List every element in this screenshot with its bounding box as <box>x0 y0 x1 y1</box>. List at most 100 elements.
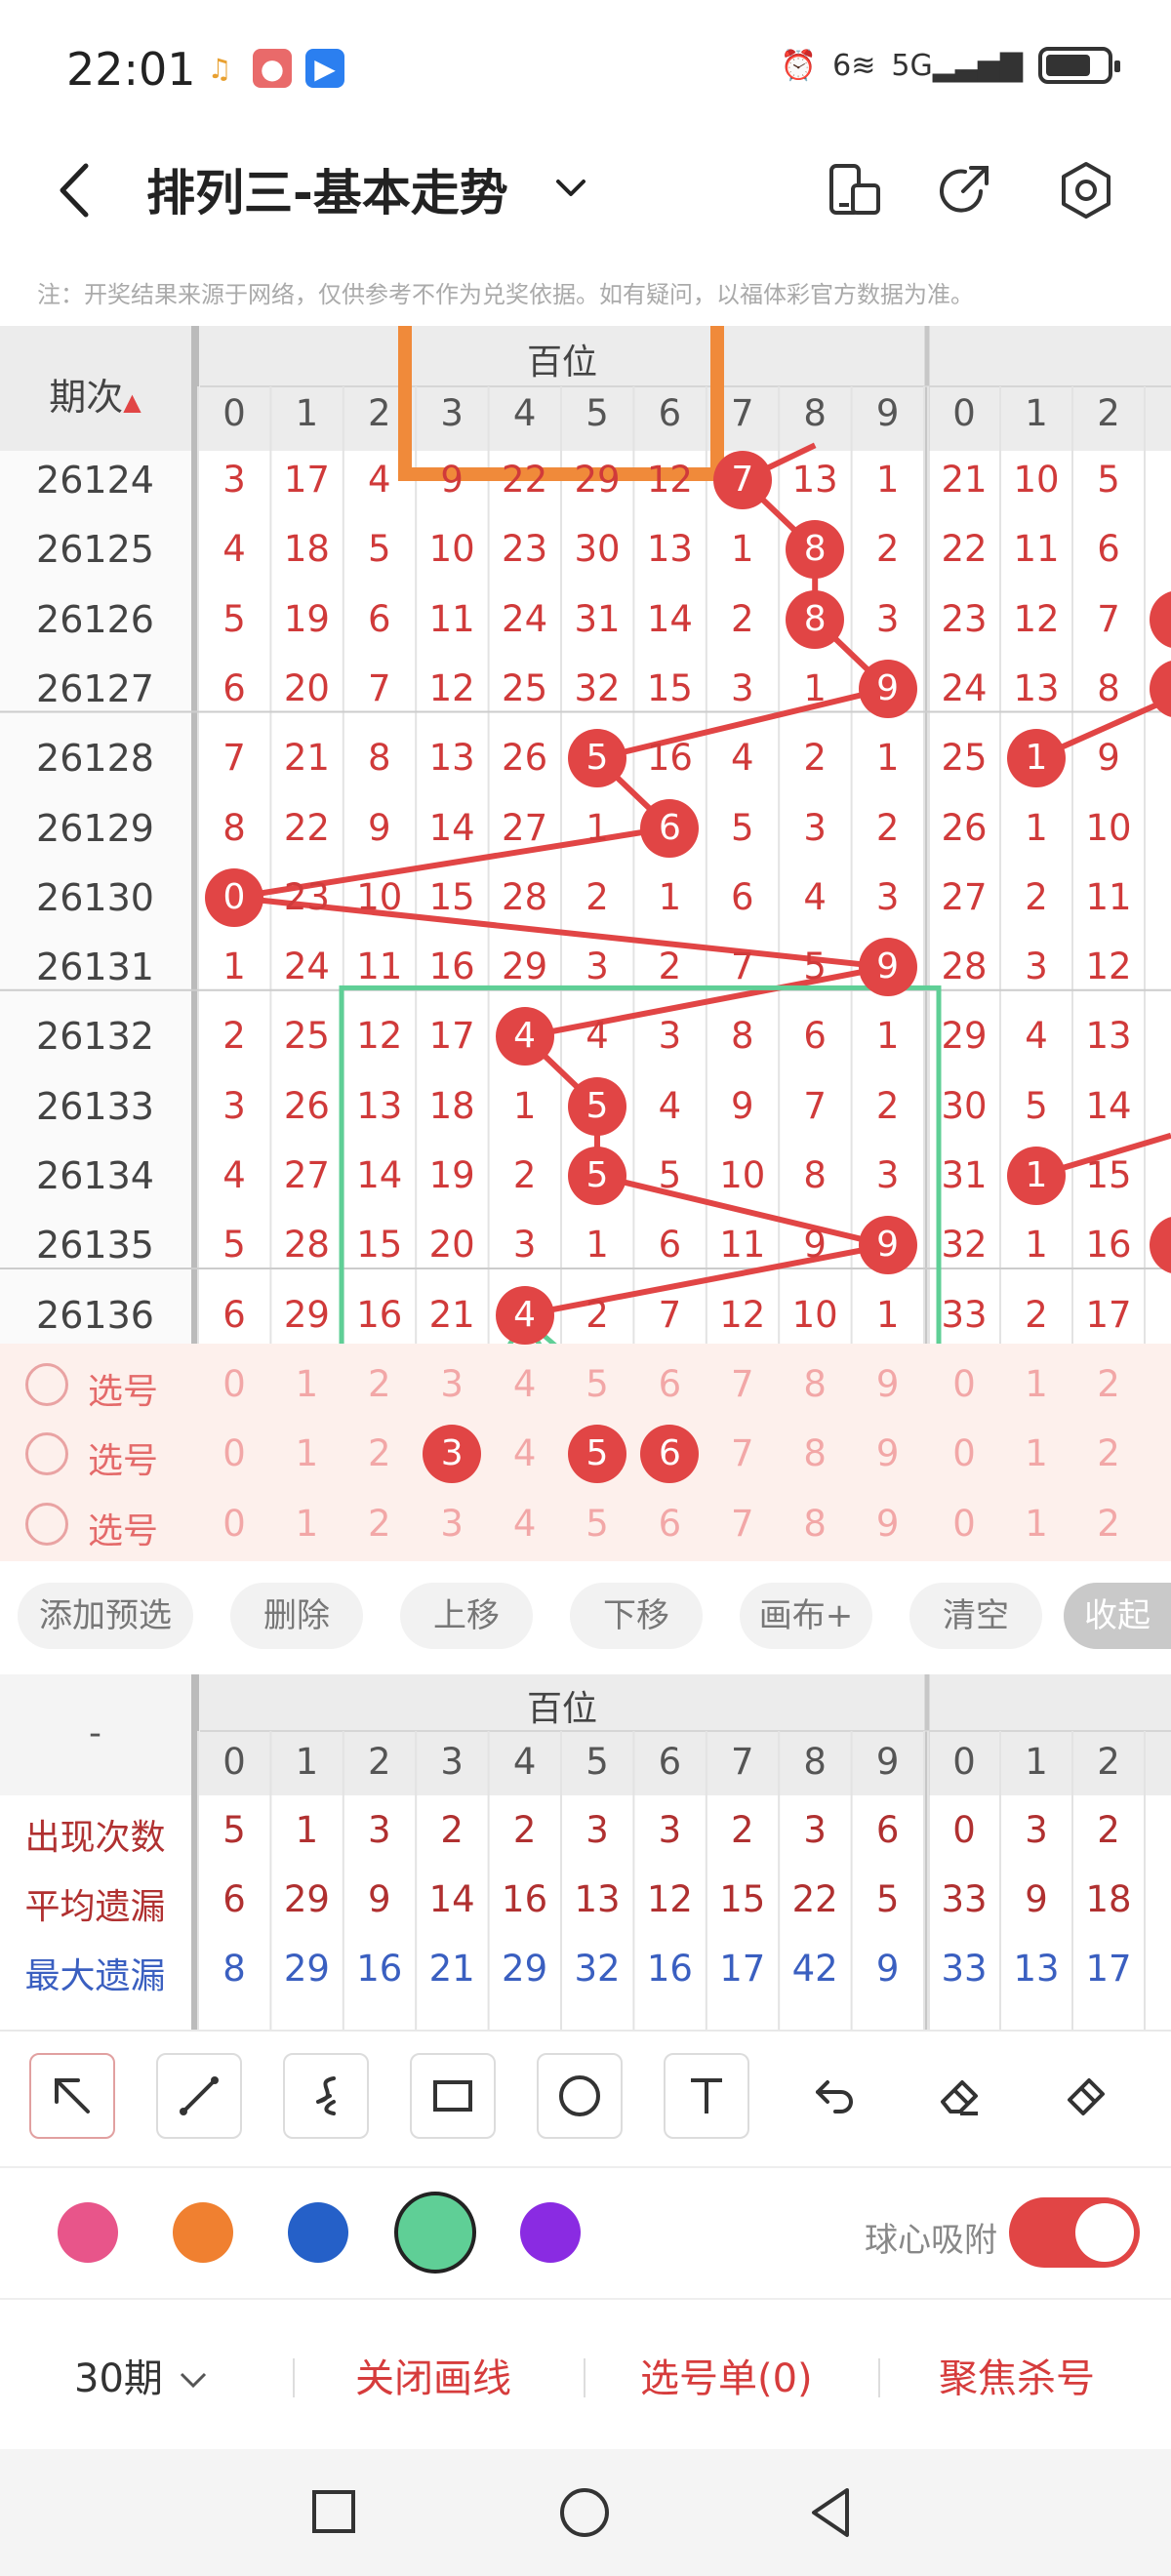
pick-number-cell[interactable]: 1 <box>1000 1363 1072 1405</box>
pick-number-cell[interactable]: 2 <box>1072 1432 1145 1474</box>
omission-cell: 10 <box>1085 806 1132 849</box>
omission-cell: 13 <box>1013 666 1060 709</box>
pick-number-cell[interactable]: 7 <box>707 1503 779 1545</box>
pick-number-cell[interactable]: 8 <box>779 1432 851 1474</box>
settings-icon[interactable] <box>1052 156 1120 224</box>
undo-icon[interactable] <box>790 2053 876 2139</box>
pick-number-cell[interactable]: 6 <box>633 1503 706 1545</box>
picked-number-ball[interactable]: 3 <box>423 1425 482 1484</box>
eraser-icon[interactable] <box>917 2053 1003 2139</box>
digit-header: 9 <box>875 1741 900 1783</box>
omission-cell: 23 <box>283 875 330 918</box>
pick-number-cell[interactable]: 4 <box>489 1363 561 1405</box>
omission-cell: 2 <box>803 737 827 780</box>
add-preselect-button[interactable]: 添加预选 <box>18 1583 193 1649</box>
omission-cell: 13 <box>1085 1015 1132 1058</box>
pick-number-cell[interactable]: 0 <box>928 1503 1000 1545</box>
pick-number-cell[interactable]: 2 <box>343 1503 416 1545</box>
pick-number-cell[interactable]: 3 <box>416 1503 488 1545</box>
pick-number-cell[interactable]: 7 <box>707 1432 779 1474</box>
stat-value: 13 <box>574 1878 621 1920</box>
back-icon[interactable] <box>47 156 105 224</box>
pick-row-radio[interactable] <box>25 1502 68 1546</box>
circle-tool-icon[interactable] <box>537 2053 623 2139</box>
omission-cell: 6 <box>731 875 754 918</box>
focus-kill-button[interactable]: 聚焦杀号 <box>939 2347 1095 2403</box>
pick-row-radio[interactable] <box>25 1362 68 1406</box>
phone-rotate-icon[interactable] <box>820 156 888 224</box>
pick-row-radio[interactable] <box>25 1432 68 1476</box>
pick-number-cell[interactable]: 0 <box>928 1363 1000 1405</box>
page-title[interactable]: 排列三-基本走势 <box>146 154 508 224</box>
pick-number-cell[interactable]: 9 <box>852 1432 924 1474</box>
curve-tool-icon[interactable] <box>283 2053 369 2139</box>
omission-cell: 3 <box>512 1224 537 1267</box>
share-icon[interactable] <box>932 156 1000 224</box>
digit-header: 6 <box>658 1741 682 1783</box>
recent-apps-icon[interactable] <box>310 2488 357 2535</box>
pick-number-cell[interactable]: 2 <box>1072 1363 1145 1405</box>
header: 排列三-基本走势 <box>0 137 1171 244</box>
color-swatch[interactable] <box>288 2202 348 2263</box>
color-swatch[interactable] <box>520 2202 581 2263</box>
picked-number-ball[interactable]: 5 <box>568 1425 626 1484</box>
pick-list-button[interactable]: 选号单(0) <box>640 2347 813 2403</box>
pick-number-cell[interactable]: 1 <box>1000 1432 1072 1474</box>
collapse-button[interactable]: 收起 <box>1064 1583 1171 1649</box>
text-tool-icon[interactable] <box>664 2053 749 2139</box>
pick-number-cell[interactable]: 5 <box>561 1503 633 1545</box>
pick-number-cell[interactable]: 0 <box>198 1503 270 1545</box>
pick-number-cell[interactable]: 4 <box>489 1503 561 1545</box>
stat-value: 3 <box>368 1809 391 1851</box>
brush-icon[interactable] <box>1044 2053 1130 2139</box>
omission-cell: 27 <box>941 875 988 918</box>
winning-number-ball: 9 <box>858 938 917 997</box>
chevron-down-icon[interactable] <box>546 158 595 217</box>
snap-to-center-toggle[interactable] <box>1009 2197 1140 2268</box>
disclaimer-notice: 注：开奖结果来源于网络，仅供参考不作为兑奖依据。如有疑问，以福体彩官方数据为准。 <box>37 281 974 308</box>
pick-number-cell[interactable]: 0 <box>928 1432 1000 1474</box>
pick-number-cell[interactable]: 2 <box>343 1432 416 1474</box>
pick-number-cell[interactable]: 7 <box>707 1363 779 1405</box>
omission-cell: 16 <box>428 946 475 988</box>
pick-number-cell[interactable]: 8 <box>779 1503 851 1545</box>
pick-number-cell[interactable]: 0 <box>198 1363 270 1405</box>
omission-cell: 21 <box>283 737 330 780</box>
color-swatch[interactable] <box>173 2202 233 2263</box>
home-icon[interactable] <box>558 2486 611 2539</box>
pick-number-cell[interactable]: 1 <box>270 1432 343 1474</box>
pick-number-cell[interactable]: 1 <box>270 1363 343 1405</box>
digit-header: 0 <box>952 1741 976 1783</box>
rectangle-tool-icon[interactable] <box>410 2053 496 2139</box>
omission-cell: 28 <box>283 1224 330 1267</box>
pick-number-cell[interactable]: 6 <box>633 1363 706 1405</box>
omission-cell: 26 <box>283 1084 330 1127</box>
pick-number-cell[interactable]: 3 <box>416 1363 488 1405</box>
stat-value: 2 <box>440 1809 464 1851</box>
close-draw-button[interactable]: 关闭画线 <box>355 2347 511 2403</box>
period-count-dropdown[interactable]: 30期 <box>74 2347 211 2403</box>
stat-value: 15 <box>719 1878 766 1920</box>
pick-number-cell[interactable]: 2 <box>1072 1503 1145 1545</box>
pick-number-cell[interactable]: 8 <box>779 1363 851 1405</box>
move-down-button[interactable]: 下移 <box>570 1583 703 1649</box>
pick-number-cell[interactable]: 9 <box>852 1363 924 1405</box>
digit-header: 5 <box>586 392 609 434</box>
back-nav-icon[interactable] <box>806 2486 855 2539</box>
pick-number-cell[interactable]: 4 <box>489 1432 561 1474</box>
delete-button[interactable]: 删除 <box>230 1583 363 1649</box>
pick-number-cell[interactable]: 1 <box>270 1503 343 1545</box>
pick-number-cell[interactable]: 0 <box>198 1432 270 1474</box>
arrow-tool-icon[interactable] <box>29 2053 115 2139</box>
pick-number-cell[interactable]: 1 <box>1000 1503 1072 1545</box>
color-swatch[interactable] <box>394 2192 476 2274</box>
pick-number-cell[interactable]: 9 <box>852 1503 924 1545</box>
pick-number-cell[interactable]: 5 <box>561 1363 633 1405</box>
trend-chart[interactable]: 期次▲ 百位 0 1 2 3 4 5 6 7 8 9 0 1 2 26124 3 17 4 9 22 29 12 13 1 2… <box>0 326 1171 1565</box>
canvas-plus-button[interactable]: 画布+ <box>740 1583 872 1649</box>
line-tool-icon[interactable] <box>156 2053 242 2139</box>
color-swatch[interactable] <box>58 2202 118 2263</box>
pick-number-cell[interactable]: 2 <box>343 1363 416 1405</box>
clear-button[interactable]: 清空 <box>909 1583 1042 1649</box>
move-up-button[interactable]: 上移 <box>400 1583 533 1649</box>
